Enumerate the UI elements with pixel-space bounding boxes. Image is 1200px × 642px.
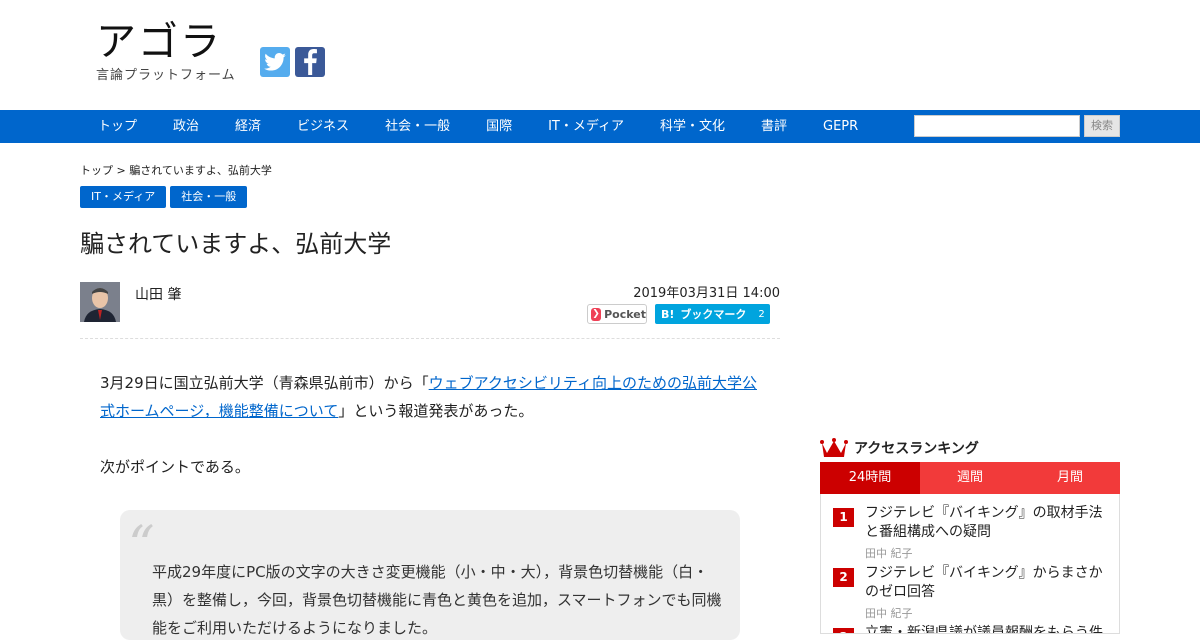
facebook-icon[interactable] [295, 47, 325, 77]
pocket-icon: ❯ [591, 307, 602, 321]
ranking-header: アクセスランキング [820, 437, 979, 459]
nav-item-top[interactable]: トップ [80, 110, 155, 143]
breadcrumb[interactable]: トップ > 騙されていますよ、弘前大学 [80, 162, 272, 178]
rank-number: 1 [833, 508, 854, 527]
tag-it-media[interactable]: IT・メディア [80, 186, 167, 208]
hatena-bookmark-button[interactable]: B! ブックマーク 2 [655, 304, 770, 324]
pocket-button[interactable]: ❯ Pocket [587, 304, 647, 324]
site-logo[interactable]: アゴラ 言論プラットフォーム [96, 20, 236, 83]
category-tags: IT・メディア 社会・一般 [80, 186, 248, 208]
search-input[interactable] [914, 115, 1080, 137]
tab-monthly[interactable]: 月間 [1020, 462, 1120, 494]
quote-mark-icon: “ [128, 516, 155, 576]
rank-number: 2 [833, 568, 854, 587]
ranking-list: 1 フジテレビ『バイキング』の取材手法と番組構成への疑問 田中 紀子 2 フジテ… [820, 494, 1120, 634]
nav-item-politics[interactable]: 政治 [155, 110, 217, 143]
nav-item-society[interactable]: 社会・一般 [367, 110, 468, 143]
nav-items: トップ 政治 経済 ビジネス 社会・一般 国際 IT・メディア 科学・文化 書評… [80, 110, 876, 143]
hatena-b-icon: B! [661, 307, 675, 321]
nav-item-international[interactable]: 国際 [468, 110, 530, 143]
p1-after: 」という報道発表があった。 [338, 402, 534, 420]
nav-item-gepr[interactable]: GEPR [805, 110, 876, 143]
nav-item-book-review[interactable]: 書評 [743, 110, 805, 143]
site-header: アゴラ 言論プラットフォーム [0, 0, 1200, 110]
tag-society[interactable]: 社会・一般 [170, 186, 248, 208]
ranking-tabs: 24時間 週間 月間 [820, 462, 1120, 494]
ranking-item-title[interactable]: 立憲・新潟県議が議員報酬をもらう件について [865, 624, 1113, 633]
rank-number: 3 [833, 628, 854, 633]
blockquote-text: 平成29年度にPC版の文字の大きさ変更機能（小・中・大），背景色切替機能（白・黒… [152, 563, 722, 637]
logo-main-text: アゴラ [96, 19, 222, 65]
article-title: 騙されていますよ、弘前大学 [80, 230, 392, 258]
p1-before: 3月29日に国立弘前大学（青森県弘前市）から「 [100, 374, 429, 392]
crown-icon [820, 438, 848, 457]
tab-weekly[interactable]: 週間 [920, 462, 1020, 494]
ranking-item-title[interactable]: フジテレビ『バイキング』からまさかのゼロ回答 [865, 564, 1113, 602]
search-button[interactable]: 検索 [1084, 115, 1120, 137]
publish-date: 2019年03月31日 14:00 [633, 286, 780, 301]
author-avatar[interactable] [80, 282, 120, 322]
meta-divider [80, 338, 780, 339]
tab-24h[interactable]: 24時間 [820, 462, 920, 494]
paragraph-2: 次がポイントである。 [100, 458, 250, 476]
logo-subtitle: 言論プラットフォーム [96, 68, 236, 83]
paragraph-1: 3月29日に国立弘前大学（青森県弘前市）から「ウェブアクセシビリティ向上のための… [100, 369, 760, 425]
ranking-title: アクセスランキング [854, 441, 979, 457]
author-name[interactable]: 山田 肇 [135, 284, 181, 304]
hatena-label: ブックマーク [680, 308, 747, 321]
twitter-icon[interactable] [260, 47, 290, 77]
ranking-item-author: 田中 紀子 [865, 607, 913, 620]
nav-item-economy[interactable]: 経済 [217, 110, 279, 143]
ranking-item-title[interactable]: フジテレビ『バイキング』の取材手法と番組構成への疑問 [865, 504, 1113, 542]
social-links [260, 47, 325, 77]
pocket-label: Pocket [604, 307, 646, 321]
hatena-count: 2 [758, 308, 765, 320]
nav-item-it-media[interactable]: IT・メディア [530, 110, 642, 143]
ranking-item-author: 田中 紀子 [865, 547, 913, 560]
nav-item-science-culture[interactable]: 科学・文化 [642, 110, 743, 143]
nav-item-business[interactable]: ビジネス [279, 110, 367, 143]
